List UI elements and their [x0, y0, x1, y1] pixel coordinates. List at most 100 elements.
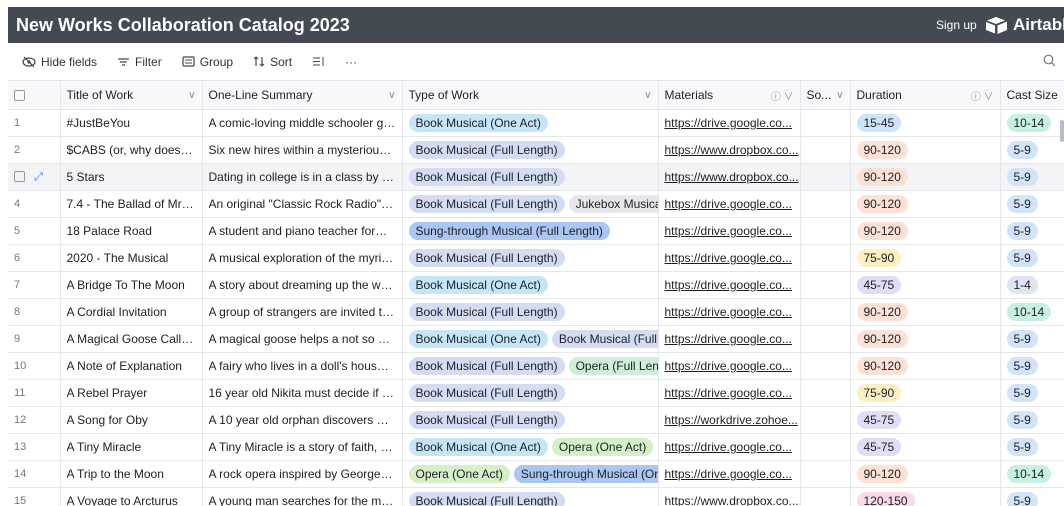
- title-cell[interactable]: #JustBeYou: [60, 109, 203, 137]
- column-header-summary[interactable]: One-Line Summary ∨: [202, 81, 403, 110]
- materials-cell[interactable]: https://drive.google.co...: [658, 433, 801, 461]
- duration-cell[interactable]: 90-120: [850, 325, 1001, 353]
- summary-cell[interactable]: A fairy who lives in a doll's house i...: [202, 352, 403, 380]
- materials-link[interactable]: https://drive.google.co...: [665, 467, 792, 481]
- materials-link[interactable]: https://drive.google.co...: [665, 386, 792, 400]
- type-cell[interactable]: Book Musical (One Act) Opera (One Act): [402, 433, 659, 461]
- table-row[interactable]: 9 A Magical Goose Calle... A magical goose…: [8, 325, 1064, 353]
- cast-cell[interactable]: 5-9: [1000, 379, 1064, 407]
- cast-cell[interactable]: 10-14: [1000, 298, 1064, 326]
- materials-cell[interactable]: https://drive.google.co...: [658, 271, 801, 299]
- title-cell[interactable]: 7.4 - The Ballad of Mrs....: [60, 190, 203, 218]
- materials-link[interactable]: https://drive.google.co...: [665, 197, 792, 211]
- materials-link[interactable]: https://drive.google.co...: [665, 305, 792, 319]
- source-cell[interactable]: [800, 298, 851, 326]
- materials-cell[interactable]: https://drive.google.co...: [658, 190, 801, 218]
- title-cell[interactable]: A Voyage to Arcturus: [60, 487, 203, 506]
- type-cell[interactable]: Book Musical (Full Length): [402, 487, 659, 506]
- column-header-cast[interactable]: Cast Size: [1000, 81, 1064, 110]
- column-header-materials[interactable]: Materials ⓘ ∨: [658, 81, 801, 110]
- source-cell[interactable]: [800, 487, 851, 506]
- cast-cell[interactable]: 5-9: [1000, 136, 1064, 164]
- type-cell[interactable]: Book Musical (Full Length): [402, 379, 659, 407]
- source-cell[interactable]: [800, 379, 851, 407]
- title-cell[interactable]: 18 Palace Road: [60, 217, 203, 245]
- title-cell[interactable]: A Trip to the Moon: [60, 460, 203, 488]
- summary-cell[interactable]: Six new hires within a mysterious ...: [202, 136, 403, 164]
- type-cell[interactable]: Book Musical (Full Length): [402, 406, 659, 434]
- summary-cell[interactable]: A 10 year old orphan discovers ma...: [202, 406, 403, 434]
- duration-cell[interactable]: 45-75: [850, 406, 1001, 434]
- source-cell[interactable]: [800, 163, 851, 191]
- duration-cell[interactable]: 120-150: [850, 487, 1001, 506]
- summary-cell[interactable]: A comic-loving middle schooler gr...: [202, 109, 403, 137]
- materials-link[interactable]: https://www.dropbox.co...: [665, 143, 799, 157]
- type-cell[interactable]: Book Musical (Full Length): [402, 136, 659, 164]
- column-header-title[interactable]: Title of Work ∨: [60, 81, 203, 110]
- title-cell[interactable]: $CABS (or, why does n...: [60, 136, 203, 164]
- title-cell[interactable]: A Note of Explanation: [60, 352, 203, 380]
- type-cell[interactable]: Opera (One Act) Sung-through Musical (One: [402, 460, 659, 488]
- materials-cell[interactable]: https://drive.google.co...: [658, 325, 801, 353]
- materials-cell[interactable]: https://drive.google.co...: [658, 244, 801, 272]
- duration-cell[interactable]: 75-90: [850, 244, 1001, 272]
- row-checkbox[interactable]: [14, 171, 25, 183]
- summary-cell[interactable]: A young man searches for the mea...: [202, 487, 403, 506]
- summary-cell[interactable]: A musical exploration of the myria...: [202, 244, 403, 272]
- title-cell[interactable]: A Bridge To The Moon: [60, 271, 203, 299]
- materials-link[interactable]: https://drive.google.co...: [665, 332, 792, 346]
- source-cell[interactable]: [800, 136, 851, 164]
- duration-cell[interactable]: 75-90: [850, 379, 1001, 407]
- materials-cell[interactable]: https://workdrive.zohoe...: [658, 406, 801, 434]
- materials-cell[interactable]: https://drive.google.co...: [658, 109, 801, 137]
- type-cell[interactable]: Book Musical (Full Length) Jukebox Musica…: [402, 190, 659, 218]
- source-cell[interactable]: [800, 406, 851, 434]
- title-cell[interactable]: A Cordial Invitation: [60, 298, 203, 326]
- cast-cell[interactable]: 5-9: [1000, 352, 1064, 380]
- table-row[interactable]: ⤢ 5 Stars Dating in college is in a class …: [8, 163, 1064, 191]
- select-all-checkbox[interactable]: [8, 81, 61, 110]
- table-row[interactable]: 4 7.4 - The Ballad of Mrs.... An original …: [8, 190, 1064, 218]
- materials-cell[interactable]: https://www.dropbox.co...: [658, 136, 801, 164]
- table-row[interactable]: 2 $CABS (or, why does n... Six new hires w…: [8, 136, 1064, 164]
- table-row[interactable]: 10 A Note of Explanation A fairy who lives…: [8, 352, 1064, 380]
- row-select-cell[interactable]: ⤢: [8, 163, 61, 191]
- type-cell[interactable]: Book Musical (Full Length) Opera (Full Le…: [402, 352, 659, 380]
- type-cell[interactable]: Book Musical (Full Length): [402, 298, 659, 326]
- sign-up-link[interactable]: Sign up: [936, 18, 977, 32]
- group-button[interactable]: Group: [182, 55, 233, 69]
- row-height-button[interactable]: [312, 56, 325, 67]
- cast-cell[interactable]: 5-9: [1000, 406, 1064, 434]
- duration-cell[interactable]: 90-120: [850, 460, 1001, 488]
- materials-cell[interactable]: https://www.dropbox.co...: [658, 487, 801, 506]
- airtable-logo[interactable]: Airtable: [985, 15, 1064, 35]
- duration-cell[interactable]: 45-75: [850, 433, 1001, 461]
- info-chevron-icon[interactable]: ⓘ ∨: [771, 88, 794, 103]
- summary-cell[interactable]: An original "Classic Rock Radio" m...: [202, 190, 403, 218]
- source-cell[interactable]: [800, 217, 851, 245]
- summary-cell[interactable]: A rock opera inspired by George M...: [202, 460, 403, 488]
- hide-fields-button[interactable]: Hide fields: [22, 55, 97, 69]
- chevron-down-icon[interactable]: ∨: [644, 90, 651, 101]
- summary-cell[interactable]: A group of strangers are invited to ...: [202, 298, 403, 326]
- materials-link[interactable]: https://drive.google.co...: [665, 359, 792, 373]
- materials-link[interactable]: https://drive.google.co...: [665, 116, 792, 130]
- summary-cell[interactable]: Dating in college is in a class by its..…: [202, 163, 403, 191]
- column-header-type[interactable]: Type of Work ∨: [402, 81, 659, 110]
- duration-cell[interactable]: 90-120: [850, 136, 1001, 164]
- materials-link[interactable]: https://drive.google.co...: [665, 440, 792, 454]
- source-cell[interactable]: [800, 244, 851, 272]
- table-row[interactable]: 7 A Bridge To The Moon A story about dream…: [8, 271, 1064, 299]
- materials-link[interactable]: https://workdrive.zohoe...: [665, 413, 798, 427]
- materials-link[interactable]: https://drive.google.co...: [665, 278, 792, 292]
- table-row[interactable]: 6 2020 - The Musical A musical exploration…: [8, 244, 1064, 272]
- source-cell[interactable]: [800, 109, 851, 137]
- materials-cell[interactable]: https://drive.google.co...: [658, 298, 801, 326]
- title-cell[interactable]: A Rebel Prayer: [60, 379, 203, 407]
- title-cell[interactable]: A Tiny Miracle: [60, 433, 203, 461]
- cast-cell[interactable]: 5-9: [1000, 190, 1064, 218]
- sort-button[interactable]: Sort: [253, 55, 292, 69]
- summary-cell[interactable]: A student and piano teacher form ...: [202, 217, 403, 245]
- materials-cell[interactable]: https://drive.google.co...: [658, 217, 801, 245]
- materials-cell[interactable]: https://drive.google.co...: [658, 352, 801, 380]
